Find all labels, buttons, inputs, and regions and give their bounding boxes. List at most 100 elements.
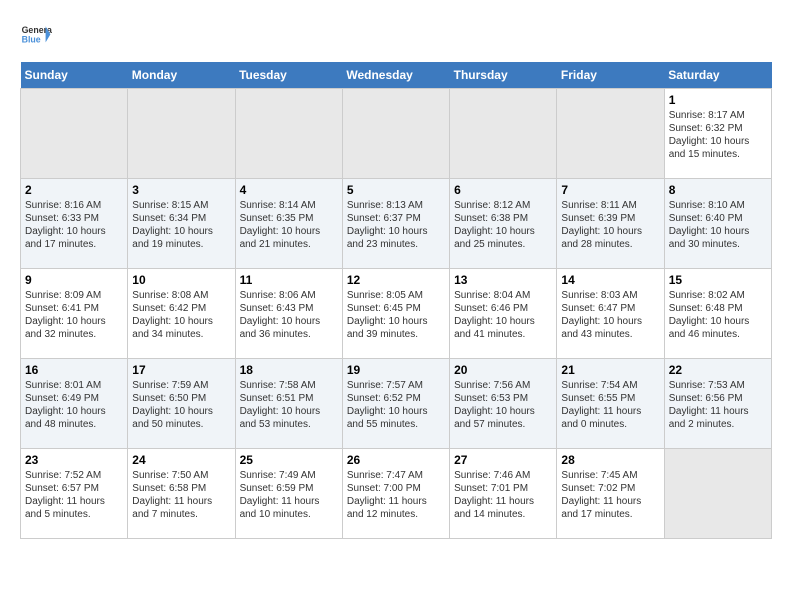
- day-cell: 17 Sunrise: 7:59 AM Sunset: 6:50 PM Dayli…: [128, 359, 235, 449]
- day-number: 19: [347, 363, 445, 377]
- day-number: 24: [132, 453, 230, 467]
- day-number: 17: [132, 363, 230, 377]
- day-cell: 2 Sunrise: 8:16 AM Sunset: 6:33 PM Daylig…: [21, 179, 128, 269]
- day-cell: 11 Sunrise: 8:06 AM Sunset: 6:43 PM Dayli…: [235, 269, 342, 359]
- day-info: Sunrise: 8:09 AM Sunset: 6:41 PM Dayligh…: [25, 289, 123, 341]
- day-number: 11: [240, 273, 338, 287]
- day-info: Sunrise: 8:15 AM Sunset: 6:34 PM Dayligh…: [132, 199, 230, 251]
- day-cell: [342, 89, 449, 179]
- day-info: Sunrise: 8:17 AM Sunset: 6:32 PM Dayligh…: [669, 109, 767, 161]
- day-info: Sunrise: 7:50 AM Sunset: 6:58 PM Dayligh…: [132, 469, 230, 521]
- day-number: 26: [347, 453, 445, 467]
- day-cell: 21 Sunrise: 7:54 AM Sunset: 6:55 PM Dayli…: [557, 359, 664, 449]
- header-row: SundayMondayTuesdayWednesdayThursdayFrid…: [21, 62, 772, 89]
- day-info: Sunrise: 7:49 AM Sunset: 6:59 PM Dayligh…: [240, 469, 338, 521]
- day-number: 21: [561, 363, 659, 377]
- day-info: Sunrise: 8:06 AM Sunset: 6:43 PM Dayligh…: [240, 289, 338, 341]
- day-number: 10: [132, 273, 230, 287]
- day-number: 5: [347, 183, 445, 197]
- day-cell: 26 Sunrise: 7:47 AM Sunset: 7:00 PM Dayli…: [342, 449, 449, 539]
- header-day-tuesday: Tuesday: [235, 62, 342, 89]
- day-info: Sunrise: 7:47 AM Sunset: 7:00 PM Dayligh…: [347, 469, 445, 521]
- day-cell: 16 Sunrise: 8:01 AM Sunset: 6:49 PM Dayli…: [21, 359, 128, 449]
- logo: General Blue: [20, 20, 52, 52]
- day-info: Sunrise: 8:02 AM Sunset: 6:48 PM Dayligh…: [669, 289, 767, 341]
- header: General Blue: [20, 20, 772, 52]
- day-cell: [235, 89, 342, 179]
- day-info: Sunrise: 8:12 AM Sunset: 6:38 PM Dayligh…: [454, 199, 552, 251]
- day-cell: 12 Sunrise: 8:05 AM Sunset: 6:45 PM Dayli…: [342, 269, 449, 359]
- day-info: Sunrise: 8:08 AM Sunset: 6:42 PM Dayligh…: [132, 289, 230, 341]
- header-day-sunday: Sunday: [21, 62, 128, 89]
- day-info: Sunrise: 7:46 AM Sunset: 7:01 PM Dayligh…: [454, 469, 552, 521]
- day-info: Sunrise: 8:01 AM Sunset: 6:49 PM Dayligh…: [25, 379, 123, 431]
- day-cell: 24 Sunrise: 7:50 AM Sunset: 6:58 PM Dayli…: [128, 449, 235, 539]
- day-cell: 13Sunrise: 8:04 AM Sunset: 6:46 PM Dayli…: [450, 269, 557, 359]
- day-info: Sunrise: 7:59 AM Sunset: 6:50 PM Dayligh…: [132, 379, 230, 431]
- day-number: 12: [347, 273, 445, 287]
- day-info: Sunrise: 7:56 AM Sunset: 6:53 PM Dayligh…: [454, 379, 552, 431]
- header-day-thursday: Thursday: [450, 62, 557, 89]
- day-cell: 9 Sunrise: 8:09 AM Sunset: 6:41 PM Daylig…: [21, 269, 128, 359]
- day-number: 13: [454, 273, 552, 287]
- week-row-0: 1 Sunrise: 8:17 AM Sunset: 6:32 PM Daylig…: [21, 89, 772, 179]
- day-cell: 3 Sunrise: 8:15 AM Sunset: 6:34 PM Daylig…: [128, 179, 235, 269]
- day-number: 1: [669, 93, 767, 107]
- day-number: 7: [561, 183, 659, 197]
- day-number: 25: [240, 453, 338, 467]
- day-cell: 4Sunrise: 8:14 AM Sunset: 6:35 PM Daylig…: [235, 179, 342, 269]
- day-cell: [664, 449, 771, 539]
- day-cell: [128, 89, 235, 179]
- day-cell: 8 Sunrise: 8:10 AM Sunset: 6:40 PM Daylig…: [664, 179, 771, 269]
- header-day-wednesday: Wednesday: [342, 62, 449, 89]
- header-day-friday: Friday: [557, 62, 664, 89]
- day-info: Sunrise: 8:03 AM Sunset: 6:47 PM Dayligh…: [561, 289, 659, 341]
- day-cell: 5 Sunrise: 8:13 AM Sunset: 6:37 PM Daylig…: [342, 179, 449, 269]
- day-number: 18: [240, 363, 338, 377]
- week-row-4: 23 Sunrise: 7:52 AM Sunset: 6:57 PM Dayli…: [21, 449, 772, 539]
- day-info: Sunrise: 8:13 AM Sunset: 6:37 PM Dayligh…: [347, 199, 445, 251]
- day-cell: 7 Sunrise: 8:11 AM Sunset: 6:39 PM Daylig…: [557, 179, 664, 269]
- week-row-1: 2 Sunrise: 8:16 AM Sunset: 6:33 PM Daylig…: [21, 179, 772, 269]
- day-number: 14: [561, 273, 659, 287]
- day-info: Sunrise: 8:11 AM Sunset: 6:39 PM Dayligh…: [561, 199, 659, 251]
- day-info: Sunrise: 7:52 AM Sunset: 6:57 PM Dayligh…: [25, 469, 123, 521]
- day-cell: 14 Sunrise: 8:03 AM Sunset: 6:47 PM Dayli…: [557, 269, 664, 359]
- calendar-table: SundayMondayTuesdayWednesdayThursdayFrid…: [20, 62, 772, 539]
- day-number: 23: [25, 453, 123, 467]
- day-cell: 15 Sunrise: 8:02 AM Sunset: 6:48 PM Dayli…: [664, 269, 771, 359]
- day-info: Sunrise: 8:05 AM Sunset: 6:45 PM Dayligh…: [347, 289, 445, 341]
- day-cell: 19Sunrise: 7:57 AM Sunset: 6:52 PM Dayli…: [342, 359, 449, 449]
- calendar-body: 1 Sunrise: 8:17 AM Sunset: 6:32 PM Daylig…: [21, 89, 772, 539]
- calendar-header: SundayMondayTuesdayWednesdayThursdayFrid…: [21, 62, 772, 89]
- day-number: 22: [669, 363, 767, 377]
- svg-text:Blue: Blue: [22, 34, 41, 44]
- day-cell: 25 Sunrise: 7:49 AM Sunset: 6:59 PM Dayli…: [235, 449, 342, 539]
- day-info: Sunrise: 8:10 AM Sunset: 6:40 PM Dayligh…: [669, 199, 767, 251]
- day-number: 15: [669, 273, 767, 287]
- day-info: Sunrise: 7:54 AM Sunset: 6:55 PM Dayligh…: [561, 379, 659, 431]
- logo-icon: General Blue: [20, 20, 52, 52]
- day-cell: [450, 89, 557, 179]
- day-cell: 1 Sunrise: 8:17 AM Sunset: 6:32 PM Daylig…: [664, 89, 771, 179]
- day-cell: 28Sunrise: 7:45 AM Sunset: 7:02 PM Dayli…: [557, 449, 664, 539]
- day-cell: 23 Sunrise: 7:52 AM Sunset: 6:57 PM Dayli…: [21, 449, 128, 539]
- day-number: 9: [25, 273, 123, 287]
- day-cell: 6Sunrise: 8:12 AM Sunset: 6:38 PM Daylig…: [450, 179, 557, 269]
- day-number: 2: [25, 183, 123, 197]
- day-number: 20: [454, 363, 552, 377]
- day-number: 4: [240, 183, 338, 197]
- day-number: 27: [454, 453, 552, 467]
- header-day-saturday: Saturday: [664, 62, 771, 89]
- day-number: 16: [25, 363, 123, 377]
- day-number: 3: [132, 183, 230, 197]
- day-number: 8: [669, 183, 767, 197]
- day-info: Sunrise: 7:58 AM Sunset: 6:51 PM Dayligh…: [240, 379, 338, 431]
- week-row-3: 16 Sunrise: 8:01 AM Sunset: 6:49 PM Dayli…: [21, 359, 772, 449]
- day-cell: 10 Sunrise: 8:08 AM Sunset: 6:42 PM Dayli…: [128, 269, 235, 359]
- day-cell: 18 Sunrise: 7:58 AM Sunset: 6:51 PM Dayli…: [235, 359, 342, 449]
- day-cell: 27 Sunrise: 7:46 AM Sunset: 7:01 PM Dayli…: [450, 449, 557, 539]
- day-cell: [21, 89, 128, 179]
- day-number: 28: [561, 453, 659, 467]
- day-info: Sunrise: 8:16 AM Sunset: 6:33 PM Dayligh…: [25, 199, 123, 251]
